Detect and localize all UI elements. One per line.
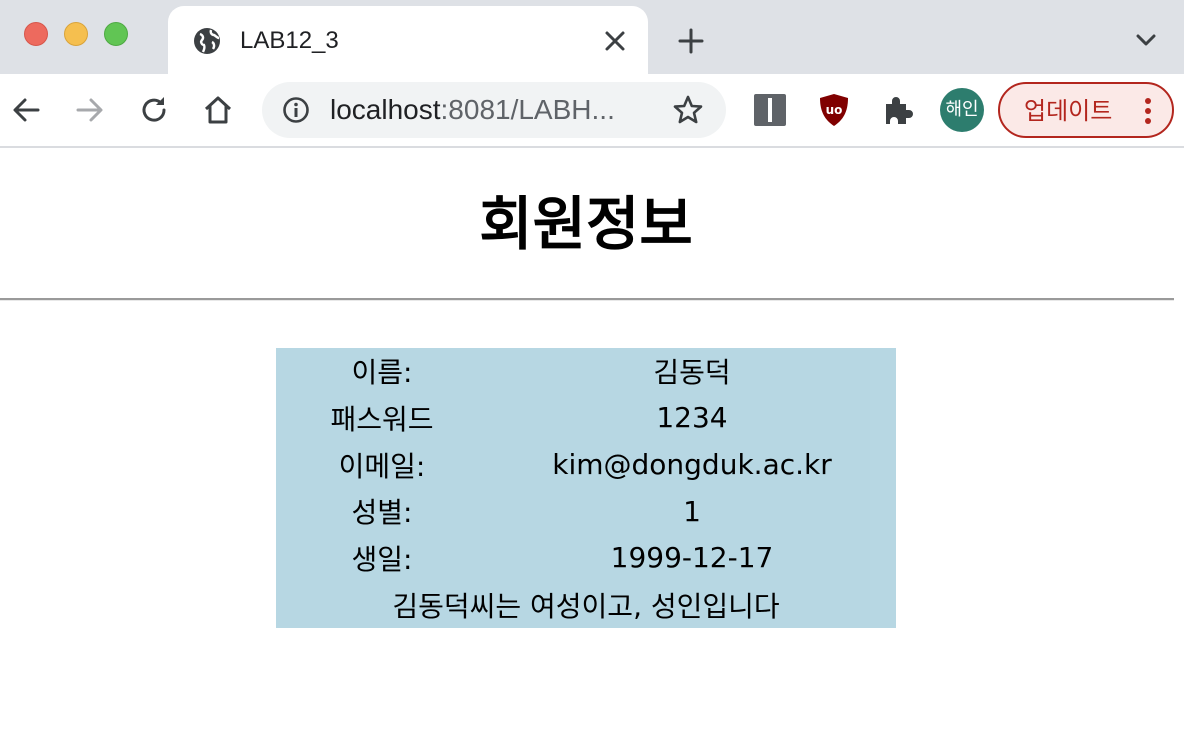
- table-row: 패스워드 1234: [276, 395, 896, 442]
- address-bar[interactable]: localhost:8081/LABH...: [262, 82, 726, 138]
- name-label: 이름:: [351, 356, 413, 390]
- close-icon[interactable]: [602, 28, 628, 54]
- ublock-icon[interactable]: uo: [816, 92, 852, 128]
- back-arrow-icon[interactable]: [10, 94, 42, 126]
- update-label: 업데이트: [1024, 97, 1113, 125]
- member-info-table: 이름: 김동덕 패스워드 1234 이메일: kim@dongduk.ac.kr…: [276, 348, 896, 628]
- svg-text:uo: uo: [826, 103, 843, 117]
- gender-label: 성별:: [351, 496, 413, 530]
- divider: [0, 298, 1174, 300]
- window-maximize-button[interactable]: [104, 22, 128, 46]
- puzzle-icon[interactable]: [880, 92, 916, 128]
- birthday-value: 1999-12-17: [610, 541, 774, 575]
- password-label: 패스워드: [330, 402, 434, 436]
- kebab-menu-icon[interactable]: [1138, 96, 1158, 126]
- page-title: 회원정보: [479, 190, 693, 258]
- email-value: kim@dongduk.ac.kr: [552, 448, 832, 482]
- avatar[interactable]: 해인: [940, 88, 984, 132]
- summary-text: 김동덕씨는 여성이고, 성인입니다: [392, 589, 780, 623]
- table-row: 생일: 1999-12-17: [276, 535, 896, 582]
- url-host: localhost: [330, 94, 441, 125]
- info-icon[interactable]: [282, 96, 310, 124]
- chevron-down-icon[interactable]: [1132, 28, 1160, 52]
- table-row: 김동덕씨는 여성이고, 성인입니다: [276, 581, 896, 628]
- table-row: 이메일: kim@dongduk.ac.kr: [276, 441, 896, 488]
- browser-toolbar: localhost:8081/LABH... uo 해인 업데이트: [0, 74, 1184, 148]
- active-tab[interactable]: LAB12_3: [168, 6, 648, 74]
- name-value: 김동덕: [653, 356, 731, 390]
- reload-icon[interactable]: [138, 94, 170, 126]
- window-minimize-button[interactable]: [64, 22, 88, 46]
- window-close-button[interactable]: [24, 22, 48, 46]
- reader-extension-icon[interactable]: [752, 92, 788, 128]
- table-row: 성별: 1: [276, 488, 896, 535]
- home-icon[interactable]: [202, 94, 234, 126]
- table-row: 이름: 김동덕: [276, 348, 896, 395]
- forward-arrow-icon[interactable]: [74, 94, 106, 126]
- gender-value: 1: [683, 494, 701, 528]
- plus-icon[interactable]: [676, 26, 706, 56]
- tab-title: LAB12_3: [240, 27, 339, 54]
- birthday-label: 생일:: [351, 542, 413, 576]
- star-icon[interactable]: [672, 94, 704, 126]
- globe-icon: [194, 28, 220, 54]
- url-text: localhost:8081/LABH...: [330, 94, 615, 126]
- password-value: 1234: [656, 401, 728, 435]
- update-button[interactable]: 업데이트: [998, 82, 1174, 138]
- email-label: 이메일:: [338, 449, 426, 483]
- tab-strip: LAB12_3: [0, 0, 1184, 74]
- url-path: :8081/LABH...: [440, 94, 615, 125]
